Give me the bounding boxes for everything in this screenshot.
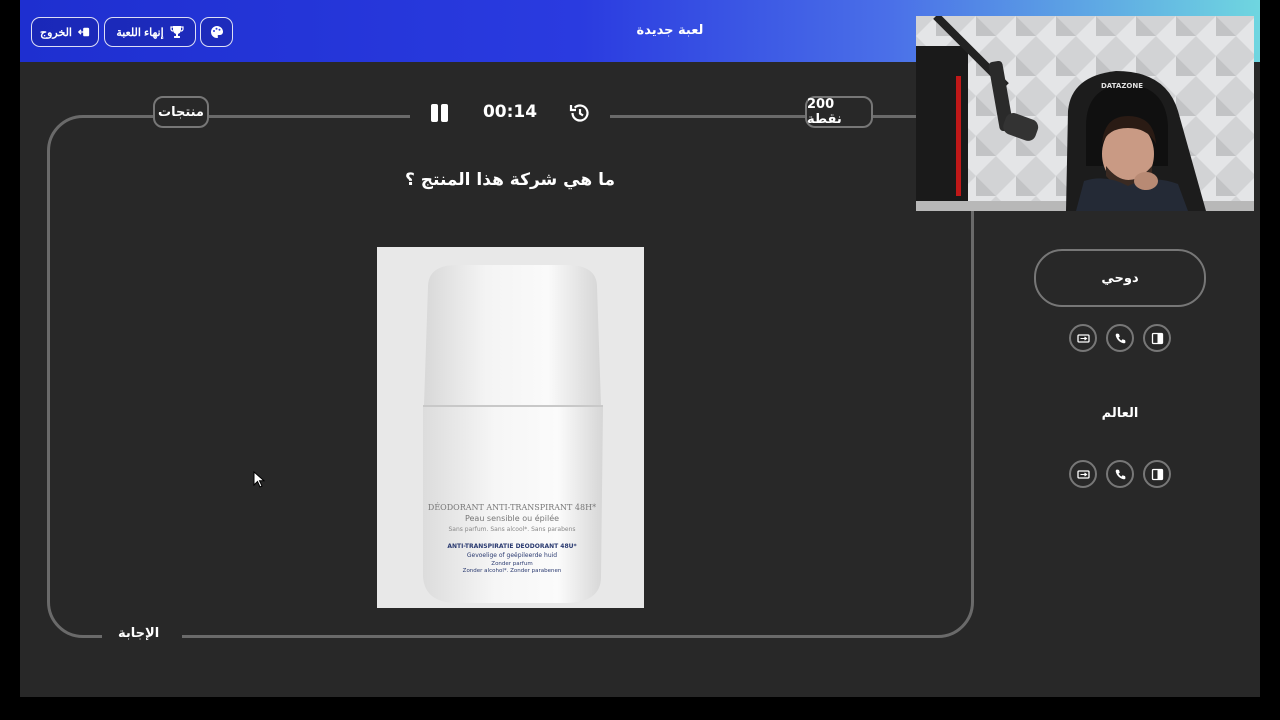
pause-button[interactable] [430,103,450,123]
palette-icon [210,26,223,38]
phone-icon [1115,469,1125,479]
team-1-swap-help-button[interactable] [1069,324,1097,352]
team-2-swap-help-button[interactable] [1069,460,1097,488]
label-line-7: Zonder alcohol*. Zonder parabenen [462,568,562,574]
end-game-label: إنهاء اللعبة [116,26,164,39]
team-1-call-help-button[interactable] [1106,324,1134,352]
team-2-helpers [1069,460,1171,488]
label-line-5: Gevoelige of geëpileerde huid [466,552,558,559]
answer-button[interactable]: الإجابة [110,626,168,641]
label-line-6: Zonder parfum [491,561,533,567]
label-line-3: Sans parfum. Sans alcool*. Sans parabens [448,526,576,533]
split-icon [1151,332,1163,344]
label-line-2: Peau sensible ou épilée [464,514,560,523]
split-icon [1151,468,1163,480]
game-title: لعبة جديدة [636,23,704,38]
exit-label: الخروج [40,26,72,39]
webcam-overlay: DATAZONE [916,16,1254,211]
exit-icon [78,27,90,37]
swap-icon [1076,333,1090,343]
category-pill: منتجات [153,96,209,128]
product-image: DÉODORANT ANTI-TRANSPIRANT 48H* Peau sen… [377,247,644,608]
phone-icon [1115,333,1125,343]
streamer-webcam-image: DATAZONE [916,16,1254,211]
reset-timer-button[interactable] [568,101,592,125]
chair-brand-text: DATAZONE [1101,82,1143,90]
team-1-name[interactable]: دوحي [1034,249,1206,307]
team-2-name: العالم [1101,406,1139,421]
label-line-1: DÉODORANT ANTI-TRANSPIRANT 48H* [427,503,597,512]
trophy-icon [170,26,184,38]
team-2-split-help-button[interactable] [1143,460,1171,488]
history-icon [569,104,589,122]
team-1-helpers [1069,324,1171,352]
team-1-label: دوحي [1101,270,1139,286]
label-line-4: ANTI-TRANSPIRATIE DEODORANT 48U* [447,543,577,550]
timer: 00:14 [482,102,538,122]
pause-icon [431,104,438,122]
theme-button[interactable] [200,17,233,47]
swap-icon [1076,469,1090,479]
question-text: ما هي شركة هذا المنتج ؟ [404,170,615,190]
pause-icon-bar [441,104,448,122]
points-pill: 200 نقطة [805,96,873,128]
mouse-cursor-icon [253,471,265,488]
exit-button[interactable]: الخروج [31,17,99,47]
team-1-split-help-button[interactable] [1143,324,1171,352]
end-game-button[interactable]: إنهاء اللعبة [104,17,196,47]
team-2-call-help-button[interactable] [1106,460,1134,488]
